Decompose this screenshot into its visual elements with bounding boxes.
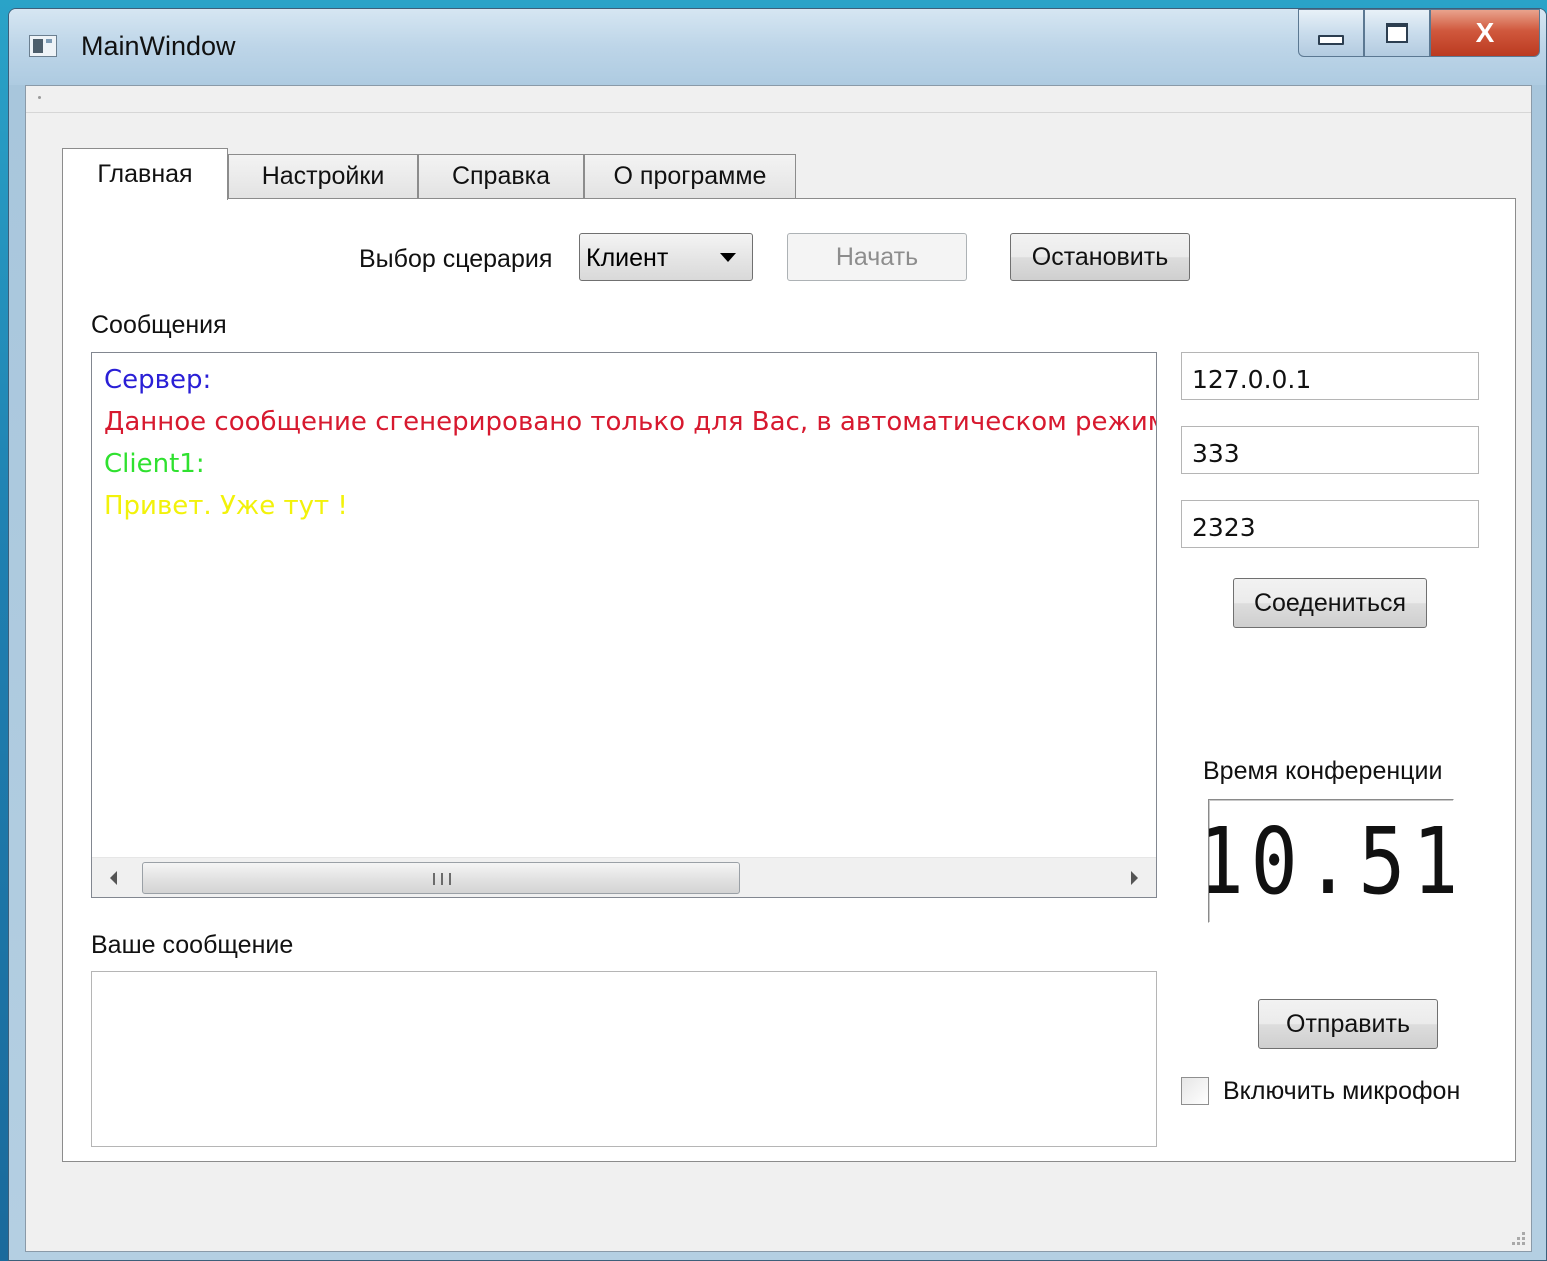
conference-time-value: 10.51 [1208, 807, 1454, 915]
port2-field[interactable]: 2323 [1181, 500, 1479, 548]
message-line: Привет. Уже тут ! [104, 491, 348, 521]
compose-input[interactable] [91, 971, 1157, 1147]
mic-checkbox[interactable] [1181, 1077, 1209, 1105]
menu-grip-icon [38, 96, 41, 99]
port-field[interactable]: 333 [1181, 426, 1479, 474]
client-area: Главная Настройки Справка О программе Вы… [25, 85, 1532, 1252]
tab-settings[interactable]: Настройки [228, 154, 418, 198]
close-button[interactable]: X [1430, 9, 1540, 57]
message-line: Client1: [104, 449, 205, 479]
maximize-icon [1386, 23, 1408, 43]
conference-time-label: Время конференции [1203, 757, 1443, 785]
message-line: Сервер: [104, 365, 212, 395]
title-bar[interactable]: MainWindow X [9, 9, 1546, 85]
stop-button[interactable]: Остановить [1010, 233, 1190, 281]
scenario-select[interactable]: Клиент [579, 233, 753, 281]
close-icon: X [1475, 17, 1495, 48]
messages-view[interactable]: Сервер: Данное сообщение сгенерировано т… [91, 352, 1157, 898]
window-title: MainWindow [81, 31, 236, 61]
horizontal-scrollbar[interactable] [92, 857, 1156, 897]
minimize-button[interactable] [1298, 9, 1364, 57]
scrollbar-thumb[interactable] [142, 862, 740, 894]
messages-label: Сообщения [91, 311, 227, 339]
ip-field[interactable]: 127.0.0.1 [1181, 352, 1479, 400]
resize-grip-icon[interactable] [1509, 1229, 1525, 1245]
maximize-button[interactable] [1364, 9, 1430, 57]
app-icon [29, 35, 57, 57]
window-controls: X [1298, 9, 1540, 61]
tab-main[interactable]: Главная [62, 148, 228, 200]
scroll-left-icon[interactable] [110, 871, 117, 885]
grip-icon [433, 873, 451, 885]
minimize-icon [1318, 35, 1344, 45]
tab-about[interactable]: О программе [584, 154, 796, 198]
main-window: MainWindow X Главная Настройки Справка О… [8, 8, 1547, 1261]
message-line: Данное сообщение сгенерировано только дл… [104, 407, 1157, 437]
tab-help[interactable]: Справка [418, 154, 584, 198]
chevron-down-icon [720, 253, 736, 262]
tab-pane-main: Выбор сцерария Клиент Начать Остановить … [62, 198, 1516, 1162]
scenario-label: Выбор сцерария [359, 245, 553, 273]
mic-checkbox-label[interactable]: Включить микрофон [1223, 1077, 1460, 1106]
connect-button[interactable]: Соедениться [1233, 578, 1427, 628]
start-button[interactable]: Начать [787, 233, 967, 281]
menu-bar [26, 86, 1531, 113]
send-button[interactable]: Отправить [1258, 999, 1438, 1049]
conference-timer: 10.51 [1208, 799, 1454, 923]
scroll-right-icon[interactable] [1131, 871, 1138, 885]
compose-label: Ваше сообщение [91, 931, 294, 959]
scenario-select-value: Клиент [586, 244, 669, 272]
